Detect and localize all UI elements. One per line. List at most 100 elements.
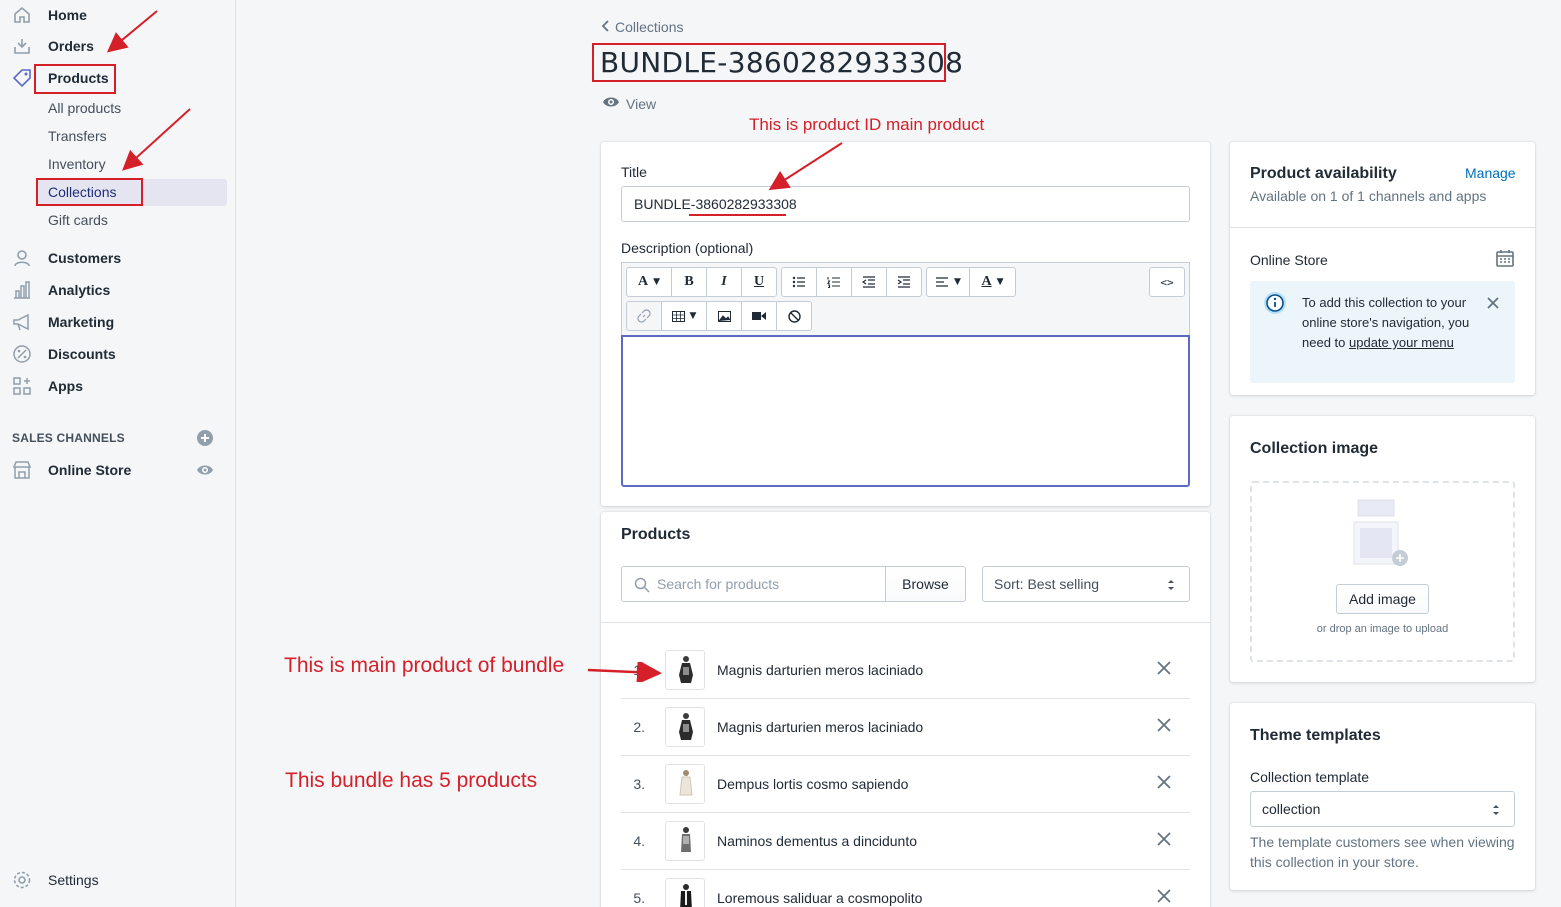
html-source-button[interactable]: <> — [1149, 267, 1185, 297]
product-thumbnail — [665, 821, 705, 861]
remove-product-icon[interactable] — [1156, 774, 1172, 790]
title-label: Title — [621, 164, 647, 180]
image-icon — [717, 310, 731, 322]
link-button[interactable] — [626, 301, 662, 331]
nav-settings-label: Settings — [48, 872, 99, 888]
underline-button[interactable]: U — [741, 267, 777, 297]
remove-product-icon[interactable] — [1156, 888, 1172, 904]
product-row[interactable]: 5. Loremous saliduar a cosmopolito — [621, 870, 1190, 907]
collection-template-value: collection — [1262, 801, 1321, 817]
italic-button[interactable]: I — [706, 267, 742, 297]
product-row-number: 3. — [633, 776, 645, 792]
availability-subtext: Available on 1 of 1 channels and apps — [1250, 188, 1487, 204]
manage-link[interactable]: Manage — [1465, 165, 1516, 181]
product-row-number: 2. — [633, 719, 645, 735]
theme-templates-heading: Theme templates — [1250, 727, 1381, 744]
bullet-list-button[interactable] — [781, 267, 817, 297]
product-row[interactable]: 2. Magnis darturien meros laciniado — [621, 699, 1190, 756]
outdent-icon — [862, 276, 875, 288]
annotation-arrow-title — [768, 142, 843, 191]
eye-icon — [602, 95, 620, 112]
availability-divider — [1230, 227, 1535, 228]
sort-select[interactable]: Sort: Best selling — [982, 566, 1190, 602]
annotation-bundle-count: This bundle has 5 products — [285, 769, 538, 792]
product-name: Loremous saliduar a cosmopolito — [717, 890, 923, 906]
title-input-value: BUNDLE-3860282933308 — [634, 196, 797, 212]
select-arrows-icon — [1492, 803, 1500, 819]
indent-button[interactable] — [886, 267, 922, 297]
nav-discounts[interactable]: Discounts — [0, 339, 236, 369]
product-row-number: 5. — [633, 890, 645, 906]
product-name: Magnis darturien meros laciniado — [717, 662, 924, 678]
remove-product-icon[interactable] — [1156, 660, 1172, 676]
bold-button[interactable]: B — [671, 267, 707, 297]
nav-customers[interactable]: Customers — [0, 243, 236, 273]
clear-formatting-button[interactable] — [776, 301, 812, 331]
breadcrumb[interactable]: Collections — [601, 19, 683, 35]
insert-video-button[interactable] — [741, 301, 777, 331]
apps-icon — [11, 375, 33, 397]
nav-online-store-label: Online Store — [48, 462, 132, 478]
nav-discounts-label: Discounts — [48, 346, 116, 362]
annotation-arrows-sidebar — [106, 10, 191, 171]
product-thumbnail — [665, 707, 705, 747]
sort-select-value: Sort: Best selling — [994, 576, 1100, 592]
browse-button[interactable]: Browse — [885, 566, 966, 602]
drop-hint: or drop an image to upload — [1316, 623, 1449, 635]
insert-image-button[interactable] — [706, 301, 742, 331]
calendar-icon[interactable] — [1496, 249, 1514, 270]
channel-online-store: Online Store — [1250, 252, 1328, 268]
product-name: Naminos dementus a dinciduntо — [717, 833, 918, 849]
align-dropdown[interactable]: ▼ — [926, 267, 970, 297]
numbered-list-button[interactable] — [816, 267, 852, 297]
bullet-list-icon — [792, 276, 805, 288]
search-icon — [634, 577, 650, 596]
description-label: Description (optional) — [621, 240, 754, 256]
annotation-arrow-main-product — [587, 662, 662, 682]
product-search-input[interactable]: Search for products — [621, 566, 886, 602]
annotation-title-note: This is product ID main product — [749, 115, 985, 134]
remove-product-icon[interactable] — [1156, 717, 1172, 733]
annotation-main-product: This is main product of bundle — [284, 654, 565, 677]
store-icon — [11, 459, 33, 481]
template-help-text: The template customers see when viewing … — [1250, 834, 1515, 870]
search-placeholder: Search for products — [657, 576, 780, 592]
navigation-notice: To add this collection to your online st… — [1250, 281, 1515, 383]
subnav-gift-cards[interactable]: Gift cards — [48, 208, 108, 232]
nav-online-store[interactable]: Online Store — [0, 455, 190, 485]
text-color-dropdown[interactable]: A ▼ — [969, 267, 1016, 297]
product-row[interactable]: 1. Magnis darturien meros laciniado — [621, 642, 1190, 699]
collection-template-select[interactable]: collection — [1250, 791, 1515, 827]
view-link[interactable]: View — [602, 95, 656, 112]
title-input[interactable]: BUNDLE-3860282933308 — [621, 186, 1190, 222]
product-name: Dempus lortis cosmo sapiendo — [717, 776, 909, 792]
outdent-button[interactable] — [851, 267, 887, 297]
add-image-button[interactable]: Add image — [1336, 584, 1429, 614]
sales-channels-heading: SALES CHANNELS — [12, 431, 125, 445]
collection-image-heading: Collection image — [1250, 440, 1379, 457]
nav-settings[interactable]: Settings — [0, 865, 236, 895]
close-notice-icon[interactable] — [1487, 296, 1499, 312]
analytics-icon — [11, 279, 33, 301]
add-channel-icon[interactable] — [196, 429, 214, 447]
clear-format-icon — [787, 309, 801, 323]
collection-template-label: Collection template — [1250, 769, 1370, 785]
remove-product-icon[interactable] — [1156, 831, 1172, 847]
view-store-eye-icon[interactable] — [196, 462, 214, 478]
table-dropdown[interactable]: ▼ — [661, 301, 707, 331]
nav-apps[interactable]: Apps — [0, 371, 236, 401]
nav-marketing[interactable]: Marketing — [0, 307, 236, 337]
description-editor[interactable] — [621, 335, 1190, 487]
video-icon — [752, 312, 766, 320]
update-menu-link[interactable]: update your menu — [1349, 335, 1454, 350]
image-dropzone[interactable]: Add image or drop an image to upload — [1250, 481, 1515, 662]
annotation-underline — [689, 214, 786, 216]
megaphone-icon — [11, 311, 33, 333]
product-row[interactable]: 3. Dempus lortis cosmo sapiendo — [621, 756, 1190, 813]
font-dropdown[interactable]: A ▼ — [626, 267, 672, 297]
product-row[interactable]: 4. Naminos dementus a dinciduntо — [621, 813, 1190, 870]
numbered-list-icon — [827, 277, 840, 288]
chevron-left-icon — [601, 19, 609, 35]
product-row-number: 4. — [633, 833, 645, 849]
nav-analytics[interactable]: Analytics — [0, 275, 236, 305]
